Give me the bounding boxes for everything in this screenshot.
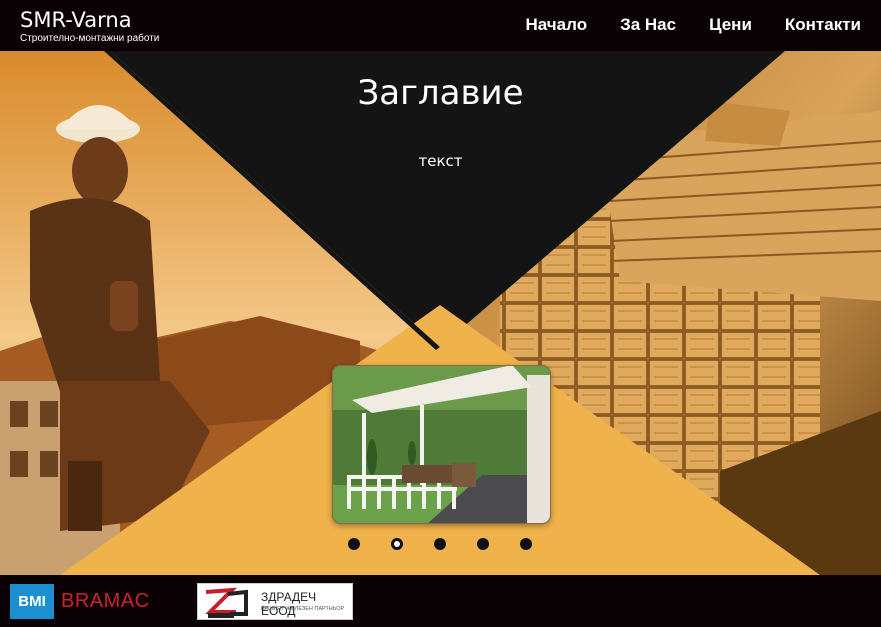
partners-footer: BMI BRAMAC ЗДРАДЕЧ ЕООД ВАШИЯТ ЖЕЛЕЗЕН П…	[0, 575, 881, 627]
nav-about[interactable]: За Нас	[620, 15, 676, 35]
carousel-dot-2[interactable]	[391, 538, 403, 550]
hero-section: Заглавие текст	[0, 51, 881, 575]
carousel-dot-1[interactable]	[348, 538, 360, 550]
carousel-indicators	[348, 538, 532, 550]
bmi-badge: BMI	[10, 584, 54, 619]
bramac-wordmark: BRAMAC	[61, 590, 150, 612]
main-nav: Начало За Нас Цени Контакти	[525, 15, 861, 35]
top-navbar: SMR-Varna Строително-монтажни работи Нач…	[0, 0, 881, 51]
brand-name: SMR-Varna	[20, 8, 132, 32]
carousel-dot-4[interactable]	[477, 538, 489, 550]
carousel-dot-3[interactable]	[434, 538, 446, 550]
carousel-slide-image[interactable]	[332, 365, 551, 524]
brand-tagline: Строително-монтажни работи	[20, 33, 160, 44]
hero-text: текст	[418, 152, 463, 170]
zdradech-name: ЗДРАДЕЧ ЕООД	[261, 590, 317, 618]
nav-prices[interactable]: Цени	[709, 15, 752, 35]
brand-logo[interactable]: SMR-Varna Строително-монтажни работи	[20, 7, 159, 45]
nav-home[interactable]: Начало	[525, 15, 587, 35]
zd-mark-icon	[205, 587, 248, 618]
hero-title: Заглавие	[357, 73, 524, 113]
nav-contacts[interactable]: Контакти	[785, 15, 861, 35]
zdradech-subtitle: ВАШИЯТ ЖЕЛЕЗЕН ПАРТНЬОР	[261, 606, 345, 612]
carousel-dot-5[interactable]	[520, 538, 532, 550]
bmi-bramac-logo[interactable]: BMI BRAMAC	[10, 584, 150, 619]
zdradech-logo[interactable]: ЗДРАДЕЧ ЕООД ВАШИЯТ ЖЕЛЕЗЕН ПАРТНЬОР	[197, 583, 353, 620]
